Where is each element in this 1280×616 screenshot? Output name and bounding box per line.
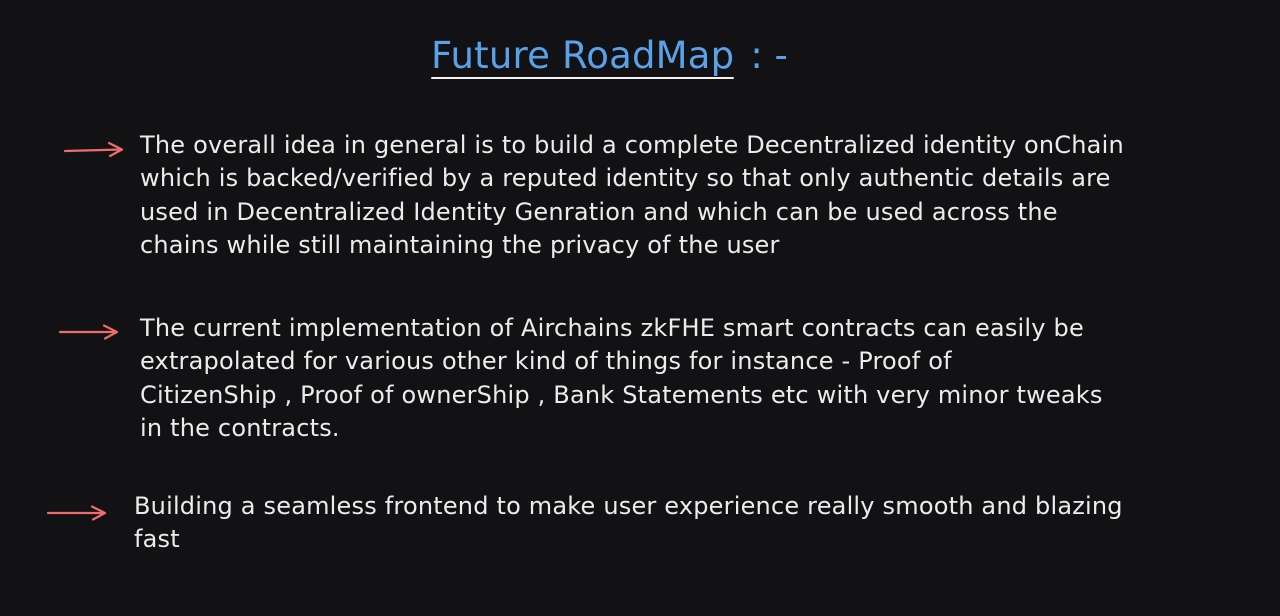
text-line: The overall idea in general is to build … [140,131,1124,159]
title-main: Future RoadMap [431,34,735,79]
text-line: CitizenShip , Proof of ownerShip , Bank … [140,380,1103,409]
text-line: extrapolated for various other kind of t… [140,347,952,376]
page-title: Future RoadMap : - [431,34,788,86]
title-main-text: Future RoadMap [431,34,735,77]
text-line: in the contracts. [140,413,340,442]
roadmap-item-1-text: The overall idea in general is to build … [140,129,1124,262]
text-line: which is backed/verified by a reputed id… [140,164,1111,193]
roadmap-canvas: Future RoadMap : - The overall idea in g… [0,0,1280,616]
text-line: Building a seamless frontend to make use… [134,492,1123,520]
roadmap-item-3-text: Building a seamless frontend to make use… [134,490,1123,557]
title-underline [431,77,735,79]
arrow-right-icon [46,503,108,523]
text-line: used in Decentralized Identity Genration… [140,197,1058,226]
text-line: fast [134,525,180,554]
text-line: chains while still maintaining the priva… [140,230,780,259]
arrow-right-icon [58,322,120,342]
roadmap-item-2-text: The current implementation of Airchains … [140,312,1103,445]
arrow-right-icon [63,140,125,160]
text-line: The current implementation of Airchains … [140,314,1084,342]
title-suffix: : - [750,34,788,77]
